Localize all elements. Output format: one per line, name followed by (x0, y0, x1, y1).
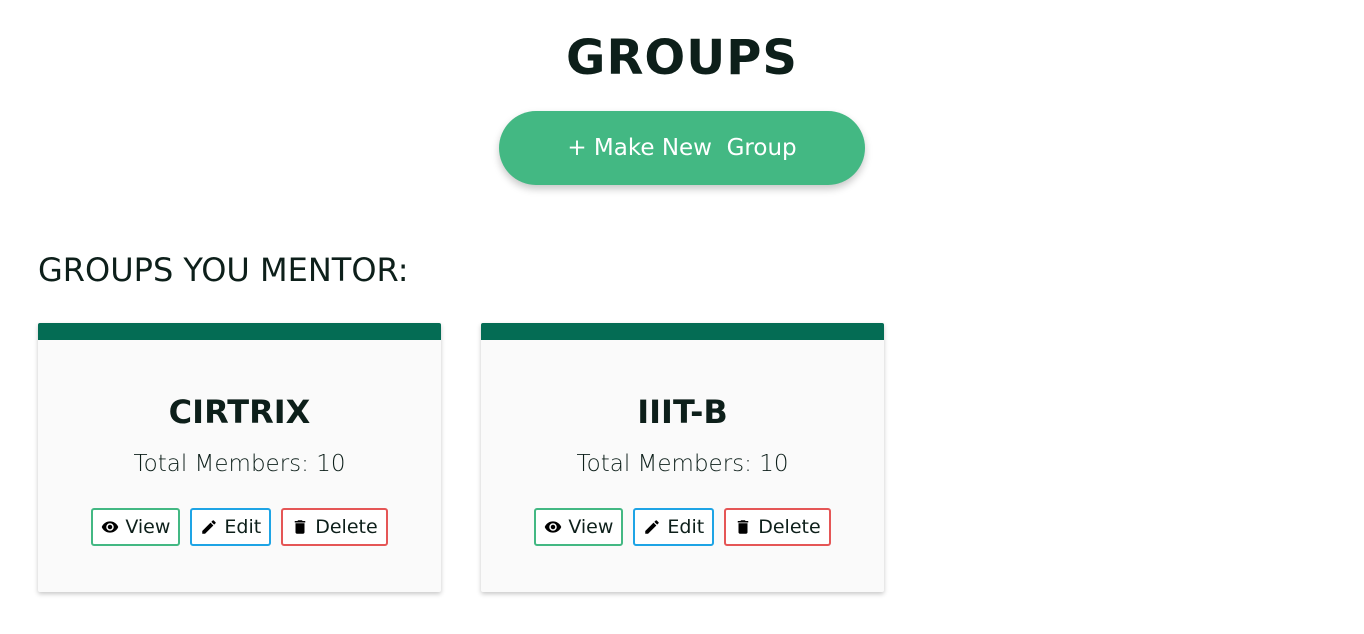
trash-icon (734, 518, 752, 536)
view-button[interactable]: View (534, 508, 624, 546)
delete-label: Delete (758, 516, 821, 538)
edit-label: Edit (667, 516, 705, 538)
delete-label: Delete (315, 516, 378, 538)
eye-icon (544, 518, 562, 536)
group-name: IIIT-B (637, 393, 728, 431)
pencil-icon (200, 518, 218, 536)
pencil-icon (643, 518, 661, 536)
group-actions: View Edit Delete (38, 508, 441, 546)
eye-icon (101, 518, 119, 536)
page-title: GROUPS (566, 30, 798, 86)
section-title: GROUPS YOU MENTOR: (38, 251, 409, 289)
delete-button[interactable]: Delete (724, 508, 831, 546)
group-member-count: Total Members: 10 (576, 451, 789, 477)
view-button[interactable]: View (91, 508, 181, 546)
group-cards: CIRTRIX Total Members: 10 View Edit Dele… (38, 323, 884, 592)
trash-icon (291, 518, 309, 536)
view-label: View (125, 516, 171, 538)
group-name: CIRTRIX (168, 393, 311, 431)
edit-button[interactable]: Edit (190, 508, 272, 546)
group-card: IIIT-B Total Members: 10 View Edit Delet… (481, 323, 884, 592)
group-card: CIRTRIX Total Members: 10 View Edit Dele… (38, 323, 441, 592)
view-label: View (568, 516, 614, 538)
delete-button[interactable]: Delete (281, 508, 388, 546)
group-member-count: Total Members: 10 (133, 451, 346, 477)
edit-button[interactable]: Edit (633, 508, 715, 546)
make-new-group-button[interactable]: + Make New Group (499, 111, 865, 185)
edit-label: Edit (224, 516, 262, 538)
group-actions: View Edit Delete (481, 508, 884, 546)
